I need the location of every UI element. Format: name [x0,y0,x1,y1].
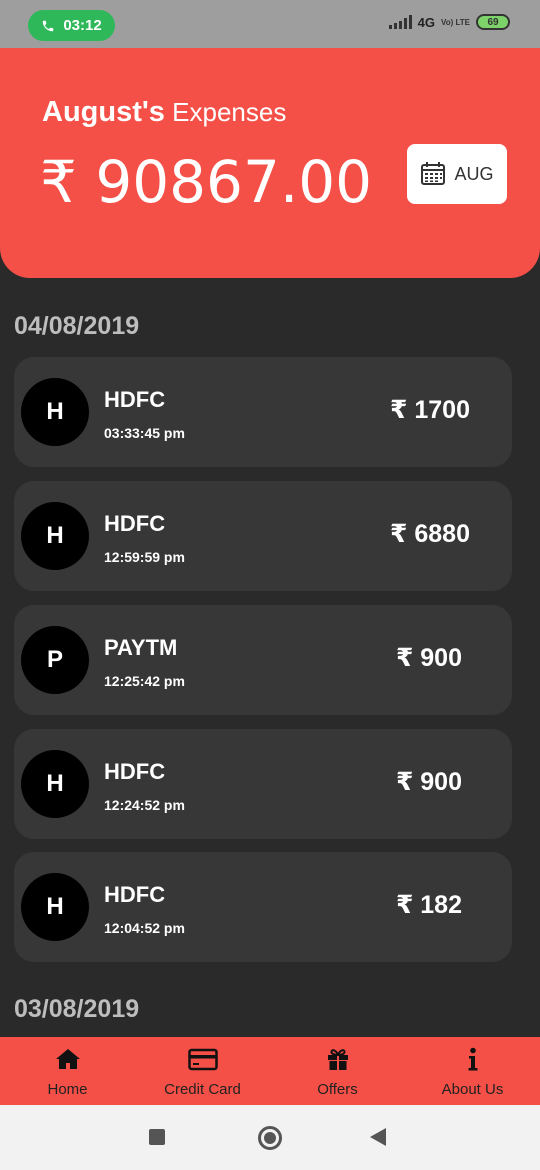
month-button-label: AUG [454,163,494,184]
merchant-avatar: H [21,502,89,570]
nav-credit-card[interactable]: Credit Card [135,1037,270,1105]
merchant-avatar: H [21,378,89,446]
credit-card-icon [187,1048,218,1071]
date-heading: 03/08/2019 [14,995,140,1023]
back-icon[interactable] [370,1128,386,1146]
merchant-name: HDFC [104,882,166,907]
month-name: August's [42,96,165,128]
home-icon [55,1049,80,1069]
merchant-avatar: H [21,750,89,818]
phone-icon [43,20,54,31]
merchant-name: HDFC [104,511,166,536]
transaction-amount: ₹ 6880 [390,520,470,548]
nav-offers[interactable]: Offers [270,1037,405,1105]
transaction-amount: ₹ 182 [395,891,462,919]
transaction-card[interactable]: H HDFC 12:59:59 pm ₹ 6880 [14,481,512,591]
signal-icon [388,15,412,29]
merchant-name: PAYTM [104,635,178,660]
volte-indicator: Vo) LTE [440,17,470,27]
expense-summary-card: August's Expenses ₹ 90867.00 AUG [0,48,540,278]
merchant-avatar: P [21,626,89,694]
total-expense: ₹ 90867.00 [40,148,373,216]
nav-label: About Us [441,1081,504,1098]
battery-level: 69 [487,16,499,28]
transaction-amount: ₹ 1700 [390,396,470,424]
transaction-card[interactable]: H HDFC 03:33:45 pm ₹ 1700 [14,357,512,467]
network-type: 4G [417,14,435,30]
system-navigation-bar [0,1105,540,1170]
nav-label: Home [47,1081,88,1098]
battery-icon: 69 [476,14,510,30]
info-icon [468,1047,477,1071]
gift-icon [327,1049,348,1070]
transaction-time: 12:24:52 pm [104,797,185,813]
merchant-avatar: H [21,873,89,941]
nav-about-us[interactable]: About Us [405,1037,540,1105]
merchant-name: HDFC [104,387,166,412]
transaction-time: 12:04:52 pm [104,920,185,936]
transaction-amount: ₹ 900 [395,644,462,672]
month-title: August's Expenses [42,96,286,129]
call-time: 03:12 [63,17,102,34]
transaction-time: 03:33:45 pm [104,425,185,441]
transaction-card[interactable]: H HDFC 12:04:52 pm ₹ 182 [14,852,512,962]
ongoing-call-pill[interactable]: 03:12 [28,10,115,41]
transaction-time: 12:59:59 pm [104,549,185,565]
nav-label: Offers [317,1081,358,1098]
transaction-amount: ₹ 900 [395,768,462,796]
transaction-time: 12:25:42 pm [104,673,185,689]
recent-apps-icon[interactable] [149,1129,165,1145]
bottom-navigation: Home Credit Card Offers About Us [0,1037,540,1105]
transaction-card[interactable]: H HDFC 12:24:52 pm ₹ 900 [14,729,512,839]
transaction-card[interactable]: P PAYTM 12:25:42 pm ₹ 900 [14,605,512,715]
date-heading: 04/08/2019 [14,312,140,340]
status-bar: 03:12 4G Vo) LTE 69 [0,0,540,48]
nav-label: Credit Card [164,1081,241,1098]
calendar-icon [421,162,446,185]
nav-home[interactable]: Home [0,1037,135,1105]
month-picker-button[interactable]: AUG [407,144,507,204]
merchant-name: HDFC [104,759,166,784]
home-button-icon[interactable] [258,1126,282,1150]
expenses-label: Expenses [172,97,287,127]
